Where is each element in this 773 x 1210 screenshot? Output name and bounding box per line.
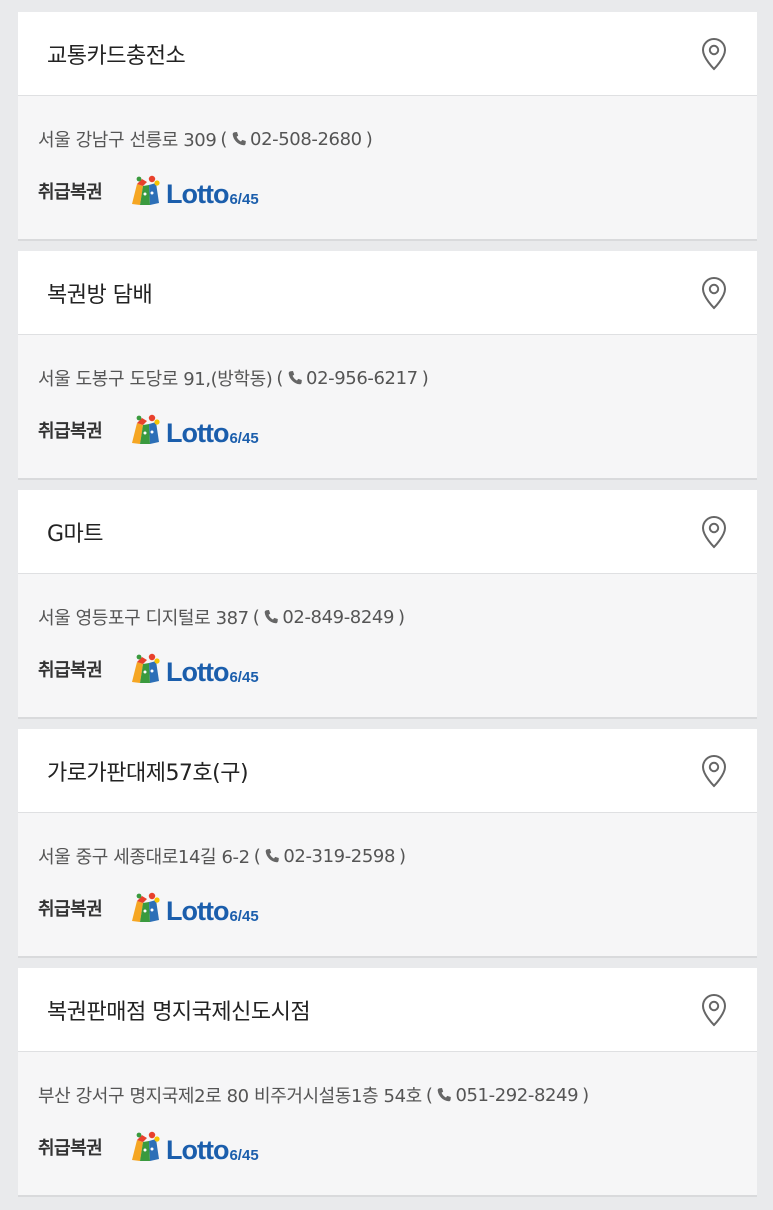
- store-card: 복권판매점 명지국제신도시점 부산 강서구 명지국제2로 80 비주거시설동1층…: [18, 968, 757, 1197]
- lotto-wordmark: Lotto: [166, 1135, 229, 1165]
- map-pin-icon[interactable]: [699, 753, 729, 789]
- phone-block[interactable]: ( 02-319-2598 ): [254, 846, 406, 867]
- map-pin-icon[interactable]: [699, 36, 729, 72]
- phone-number[interactable]: 051-292-8249: [455, 1085, 578, 1106]
- phone-block[interactable]: ( 051-292-8249 ): [426, 1085, 589, 1106]
- phone-icon: [266, 849, 280, 863]
- store-details: 서울 강남구 선릉로 309 ( 02-508-2680 ) 취급복권 Lott…: [18, 96, 757, 239]
- phone-close-paren: ): [398, 606, 405, 628]
- store-details: 서울 도봉구 도당로 91,(방학동) ( 02-956-6217 ) 취급복권: [18, 335, 757, 478]
- lotto-wordmark: Lotto: [166, 179, 229, 209]
- phone-close-paren: ): [399, 845, 406, 867]
- store-name: 복권판매점 명지국제신도시점: [47, 999, 311, 1025]
- lotto-mascot-icon: [132, 1131, 160, 1161]
- phone-icon: [438, 1088, 452, 1102]
- store-header[interactable]: 복권방 담배: [18, 251, 757, 335]
- phone-block[interactable]: ( 02-956-6217 ): [276, 368, 428, 389]
- lotto-logo: Lotto 6/45: [128, 174, 259, 208]
- map-pin-icon[interactable]: [699, 992, 729, 1028]
- lotto-logo: Lotto 6/45: [128, 1130, 259, 1164]
- phone-number[interactable]: 02-849-8249: [282, 607, 394, 628]
- phone-icon: [288, 371, 302, 385]
- store-address: 부산 강서구 명지국제2로 80 비주거시설동1층 54호: [38, 1086, 422, 1107]
- store-card: 가로가판대제57호(구) 서울 중구 세종대로14길 6-2 ( 02-319-…: [18, 729, 757, 958]
- lotto-mascot-icon: [132, 892, 160, 922]
- phone-block[interactable]: ( 02-849-8249 ): [253, 607, 405, 628]
- phone-number[interactable]: 02-956-6217: [306, 368, 418, 389]
- lottery-products: 취급복권 Lotto 6/45: [38, 891, 737, 925]
- lotto-logo: Lotto 6/45: [128, 891, 259, 925]
- phone-open-paren: (: [220, 128, 228, 150]
- store-header[interactable]: 교통카드충전소: [18, 12, 757, 96]
- address-line: 서울 강남구 선릉로 309 ( 02-508-2680 ): [38, 126, 737, 152]
- phone-icon: [232, 132, 246, 146]
- store-details: 서울 영등포구 디지털로 387 ( 02-849-8249 ) 취급복권 Lo…: [18, 574, 757, 717]
- phone-block[interactable]: ( 02-508-2680 ): [220, 129, 372, 150]
- store-address: 서울 중구 세종대로14길 6-2: [38, 847, 250, 868]
- address-line: 서울 영등포구 디지털로 387 ( 02-849-8249 ): [38, 604, 737, 630]
- lotto-logo: Lotto 6/45: [128, 413, 259, 447]
- address-line: 서울 도봉구 도당로 91,(방학동) ( 02-956-6217 ): [38, 365, 737, 391]
- phone-number[interactable]: 02-319-2598: [283, 846, 395, 867]
- store-address: 서울 도봉구 도당로 91,(방학동): [38, 369, 273, 390]
- lottery-products: 취급복권 Lotto 6/45: [38, 652, 737, 686]
- lotto-game-type: 6/45: [229, 669, 259, 686]
- store-card: 복권방 담배 서울 도봉구 도당로 91,(방학동) ( 02-956-6217…: [18, 251, 757, 480]
- lotto-game-type: 6/45: [229, 1147, 259, 1164]
- lotto-mascot-icon: [132, 414, 160, 444]
- store-list: 교통카드충전소 서울 강남구 선릉로 309 ( 02-508-2680 ) 취…: [18, 12, 773, 1197]
- lotto-wordmark: Lotto: [166, 896, 229, 926]
- lottery-products: 취급복권 Lotto 6/45: [38, 174, 737, 208]
- phone-open-paren: (: [276, 367, 284, 389]
- lotto-game-type: 6/45: [229, 191, 259, 208]
- lottery-products: 취급복권 Lotto 6/45: [38, 413, 737, 447]
- phone-number[interactable]: 02-508-2680: [250, 129, 362, 150]
- store-card: 교통카드충전소 서울 강남구 선릉로 309 ( 02-508-2680 ) 취…: [18, 12, 757, 241]
- phone-close-paren: ): [582, 1084, 589, 1106]
- store-header[interactable]: G마트: [18, 490, 757, 574]
- map-pin-icon[interactable]: [699, 514, 729, 550]
- lotto-mascot-icon: [132, 175, 160, 205]
- lotto-mascot-icon: [132, 653, 160, 683]
- phone-open-paren: (: [253, 845, 261, 867]
- store-name: 복권방 담배: [47, 282, 153, 308]
- lotto-game-type: 6/45: [229, 908, 259, 925]
- phone-close-paren: ): [421, 367, 429, 389]
- products-label: 취급복권: [38, 421, 103, 442]
- lotto-wordmark: Lotto: [166, 418, 229, 448]
- store-details: 서울 중구 세종대로14길 6-2 ( 02-319-2598 ) 취급복권 L…: [18, 813, 757, 956]
- address-line: 서울 중구 세종대로14길 6-2 ( 02-319-2598 ): [38, 843, 737, 869]
- store-header[interactable]: 복권판매점 명지국제신도시점: [18, 968, 757, 1052]
- products-label: 취급복권: [38, 660, 103, 681]
- lotto-wordmark: Lotto: [166, 657, 229, 687]
- phone-open-paren: (: [425, 1084, 433, 1106]
- store-name: G마트: [47, 521, 104, 547]
- address-line: 부산 강서구 명지국제2로 80 비주거시설동1층 54호 ( 051-292-…: [38, 1082, 737, 1108]
- phone-close-paren: ): [365, 128, 373, 150]
- store-name: 교통카드충전소: [47, 43, 186, 69]
- lotto-game-type: 6/45: [229, 430, 259, 447]
- store-header[interactable]: 가로가판대제57호(구): [18, 729, 757, 813]
- products-label: 취급복권: [38, 899, 103, 920]
- store-address: 서울 영등포구 디지털로 387: [38, 608, 249, 629]
- lottery-products: 취급복권 Lotto 6/45: [38, 1130, 737, 1164]
- store-address: 서울 강남구 선릉로 309: [38, 130, 217, 151]
- products-label: 취급복권: [38, 182, 103, 203]
- products-label: 취급복권: [38, 1138, 103, 1159]
- store-details: 부산 강서구 명지국제2로 80 비주거시설동1층 54호 ( 051-292-…: [18, 1052, 757, 1195]
- lotto-logo: Lotto 6/45: [128, 652, 259, 686]
- map-pin-icon[interactable]: [699, 275, 729, 311]
- store-card: G마트 서울 영등포구 디지털로 387 ( 02-849-8249 ) 취급복…: [18, 490, 757, 719]
- phone-open-paren: (: [252, 606, 260, 628]
- store-name: 가로가판대제57호(구): [47, 760, 249, 786]
- phone-icon: [265, 610, 279, 624]
